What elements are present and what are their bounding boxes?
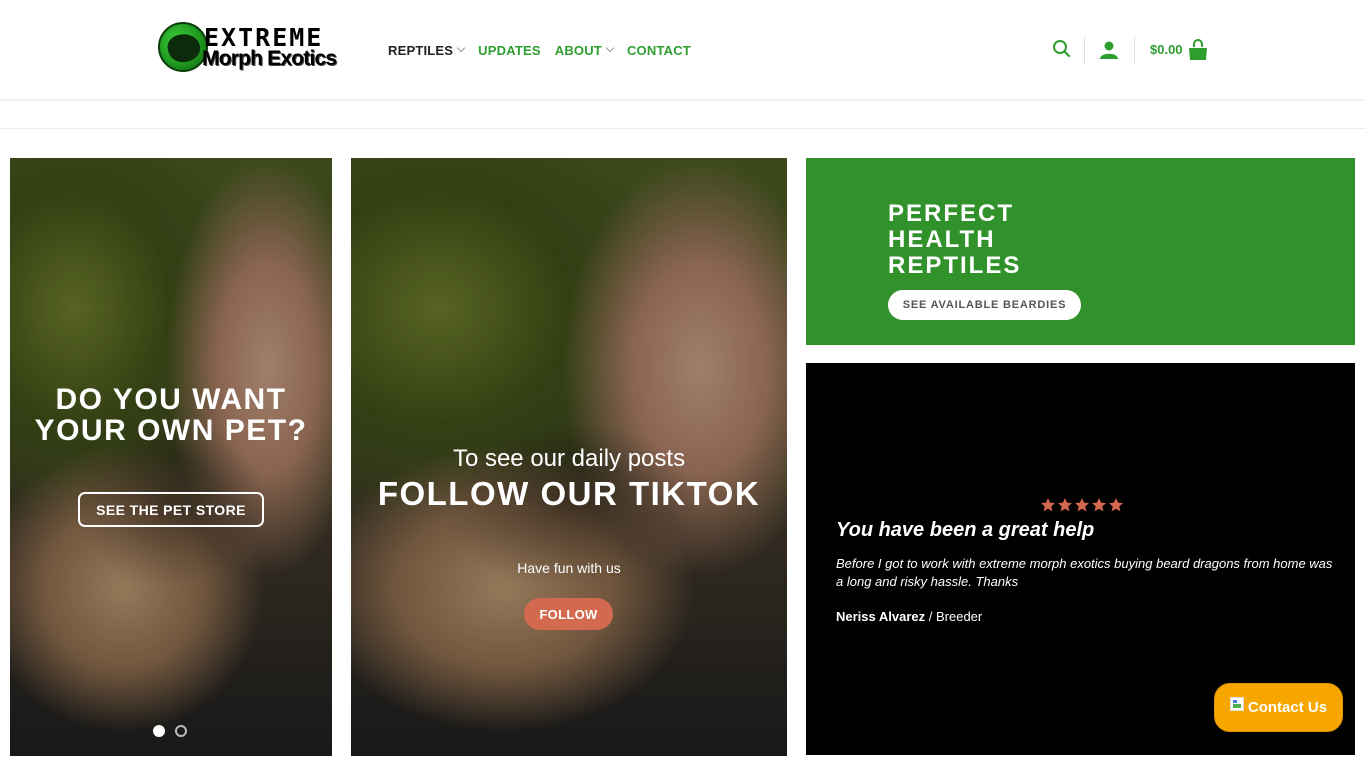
slider-dots	[153, 725, 187, 737]
nav-item-updates[interactable]: UPDATES	[478, 43, 541, 58]
nav-item-label: REPTILES	[388, 42, 454, 58]
header-divider	[1084, 36, 1085, 64]
star-icon	[1058, 498, 1072, 512]
promo-title: PERFECT HEALTH REPTILES	[888, 200, 1022, 279]
header-divider	[1134, 36, 1135, 64]
search-icon[interactable]	[1052, 39, 1072, 59]
broken-image-icon	[1229, 696, 1244, 711]
hero-slider[interactable]: DO YOU WANT YOUR OWN PET? SEE THE PET ST…	[10, 158, 332, 756]
page-divider	[0, 128, 1366, 129]
tiktok-tagline: Have fun with us	[517, 560, 621, 576]
nav-item-about[interactable]: ABOUT	[554, 42, 615, 58]
review-role: / Breeder	[928, 609, 983, 624]
cart-bag-icon[interactable]	[1187, 39, 1209, 61]
star-icon	[1041, 498, 1055, 512]
see-pet-store-button[interactable]: SEE THE PET STORE	[78, 492, 264, 527]
nav-item-contact[interactable]: CONTACT	[627, 43, 691, 58]
rating-stars	[1040, 497, 1124, 513]
nav-item-label: UPDATES	[478, 42, 541, 58]
slider-dot-1[interactable]	[153, 725, 165, 737]
user-icon[interactable]	[1099, 40, 1119, 60]
tiktok-subtitle: To see our daily posts	[452, 445, 686, 472]
see-available-beardies-button[interactable]: SEE AVAILABLE BEARDIES	[888, 290, 1081, 320]
nav-item-label: ABOUT	[554, 42, 602, 58]
slide-title: DO YOU WANT YOUR OWN PET?	[34, 383, 308, 447]
nav-item-reptiles[interactable]: REPTILES	[388, 42, 466, 58]
nav-item-label: CONTACT	[626, 42, 691, 58]
main-nav: REPTILES UPDATES ABOUT CONTACT	[388, 40, 691, 60]
chevron-down-icon	[456, 43, 466, 53]
tiktok-title: FOLLOW OUR TIKTOK	[377, 475, 761, 512]
contact-us-button[interactable]: Contact Us	[1214, 683, 1343, 732]
logo-emblem-icon	[158, 22, 208, 72]
logo-text-line2: Morph Exotics	[202, 47, 337, 70]
cart-amount[interactable]: $0.00	[1150, 42, 1183, 57]
follow-button[interactable]: FOLLOW	[524, 598, 613, 630]
chevron-down-icon	[605, 43, 615, 53]
review-author: Neriss Alvarez	[836, 609, 926, 624]
review-author-line: Neriss Alvarez / Breeder	[836, 609, 982, 624]
site-header: EXTREME Morph Exotics REPTILES UPDATES A…	[0, 0, 1366, 99]
tiktok-banner: To see our daily posts FOLLOW OUR TIKTOK…	[351, 158, 787, 756]
site-logo[interactable]: EXTREME Morph Exotics	[158, 22, 360, 74]
review-title: You have been a great help	[836, 519, 1095, 541]
slider-dot-2[interactable]	[175, 725, 187, 737]
promo-banner: PERFECT HEALTH REPTILES SEE AVAILABLE BEAR…	[806, 158, 1355, 345]
star-icon	[1092, 498, 1106, 512]
contact-us-label: Contact Us	[1247, 699, 1328, 716]
star-icon	[1109, 498, 1123, 512]
review-body: Before I got to work with extreme morph …	[836, 556, 1333, 589]
star-icon	[1075, 498, 1089, 512]
